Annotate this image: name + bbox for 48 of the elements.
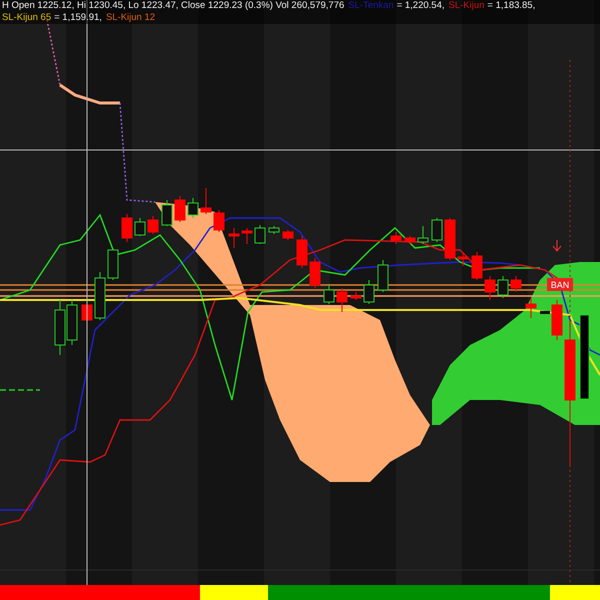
- candlestick: [282, 230, 294, 240]
- candlestick: [484, 276, 496, 300]
- candlestick: [242, 228, 252, 244]
- price-tag: BAN: [547, 278, 573, 291]
- candlestick: [364, 280, 374, 304]
- indicator-name: SL-Kijun: [448, 0, 484, 12]
- candlestick: [214, 210, 224, 232]
- candlestick: [498, 276, 508, 298]
- candlestick: [324, 284, 334, 304]
- candlestick: [540, 311, 550, 314]
- indicator-value: = 1,159.91,: [54, 12, 102, 24]
- candlestick: [444, 218, 456, 260]
- candlestick: [134, 218, 146, 236]
- candlestick: [472, 252, 482, 280]
- candlestick: [162, 200, 172, 226]
- indicator-name: SL-Tenkan: [348, 0, 394, 12]
- candlestick: [336, 288, 348, 312]
- candlestick: [350, 292, 362, 300]
- candlestick: [82, 304, 92, 320]
- candlestick: [122, 214, 132, 242]
- candlestick: [254, 224, 266, 244]
- candlestick: [148, 216, 158, 234]
- candlestick: [378, 260, 388, 292]
- candlestick: [432, 218, 442, 242]
- candlestick: [404, 236, 416, 244]
- candlestick: [174, 196, 186, 222]
- candlestick: [94, 272, 106, 320]
- candlestick: [510, 276, 522, 292]
- indicator-value: = 1,183.85,: [487, 0, 536, 12]
- indicator-value: = 1,220.54,: [396, 0, 444, 12]
- candlestick: [310, 258, 320, 288]
- candlestick: [296, 236, 308, 268]
- candlestick: [66, 300, 78, 346]
- candlestick: [54, 300, 66, 356]
- candlestick: [268, 226, 280, 234]
- candlestick: [552, 300, 562, 340]
- indicator-name: SL-Kijun 65: [2, 12, 52, 24]
- indicator-name: SL-Kijun 12: [106, 12, 156, 24]
- candlestick: [200, 188, 212, 214]
- ohlc-readout: H Open 1225.12, Hi 1230.45, Lo 1223.47, Close 1229.23 (0.3%) Vol 260,579,776: [2, 0, 344, 12]
- candlestick: [526, 298, 536, 318]
- candlestick: [418, 226, 428, 244]
- down-arrow-icon: [552, 240, 562, 252]
- candlestick: [458, 252, 468, 266]
- candlestick: [188, 198, 198, 218]
- candlestick: [228, 228, 240, 248]
- candlestick: [108, 248, 118, 280]
- candlestick: [390, 232, 402, 244]
